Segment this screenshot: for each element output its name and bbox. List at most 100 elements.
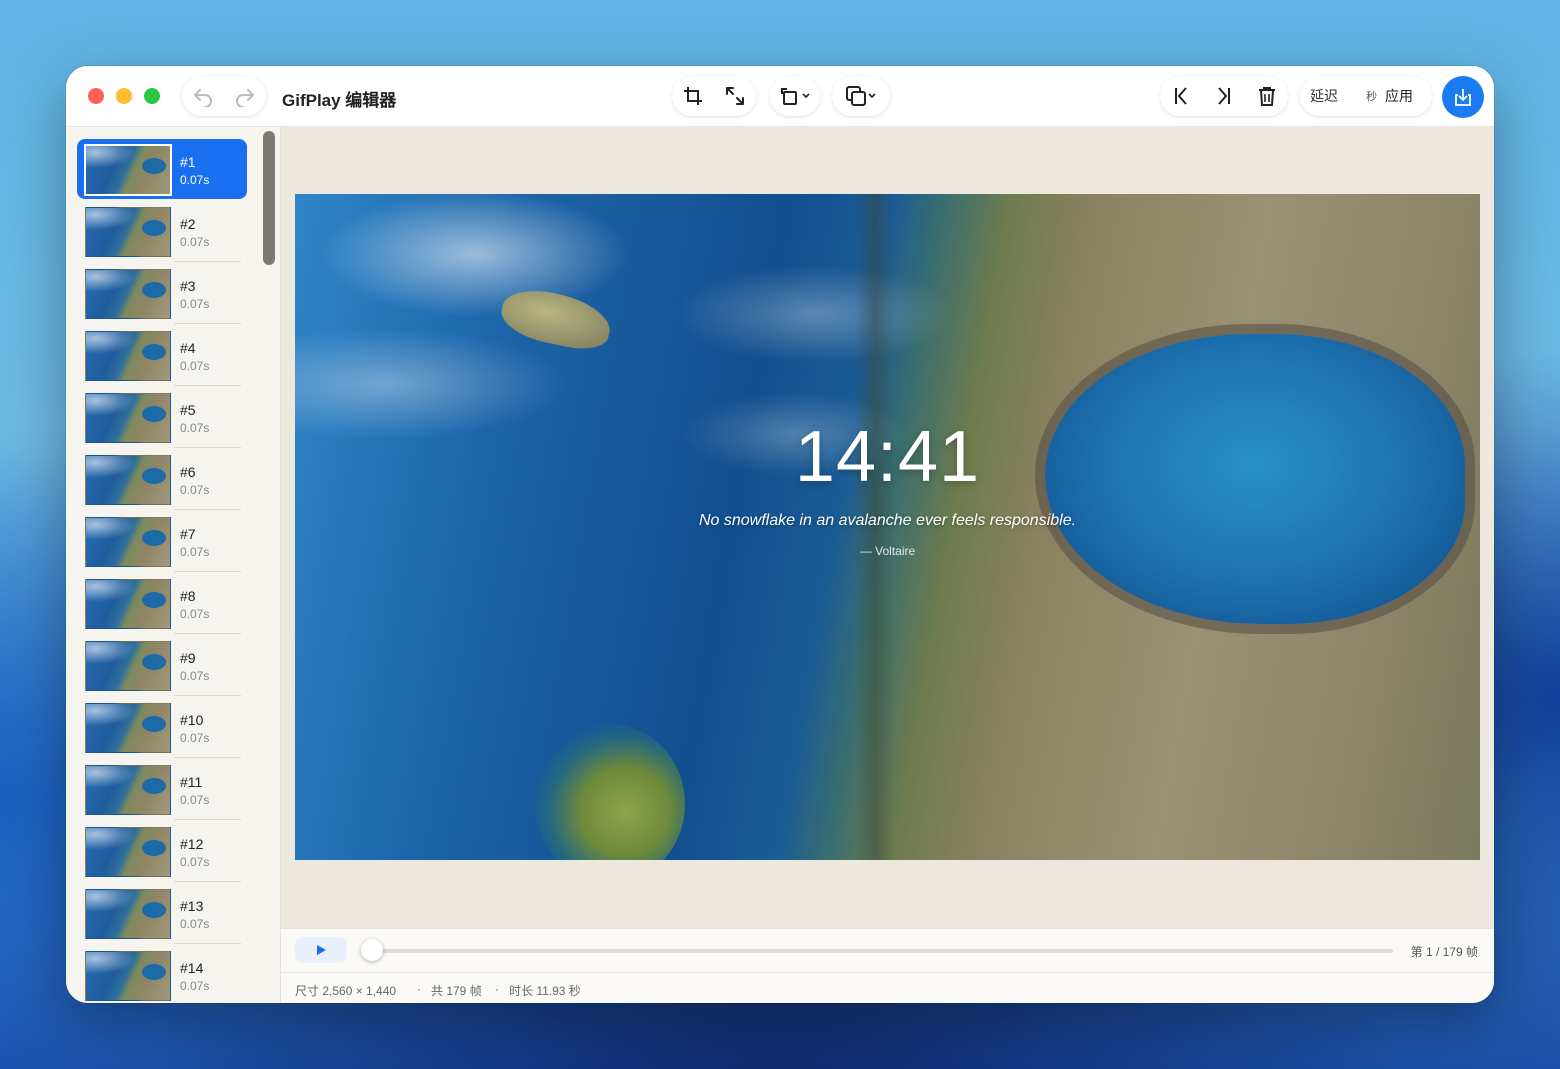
redo-icon bbox=[236, 89, 254, 107]
crop-button[interactable] bbox=[675, 78, 711, 114]
frame-duration: 0.07s bbox=[180, 545, 210, 559]
frame-list-item[interactable]: #13 0.07s bbox=[77, 883, 247, 944]
frame-number: #10 bbox=[180, 712, 204, 728]
frame-thumbnail bbox=[85, 889, 171, 939]
crop-icon bbox=[684, 87, 702, 105]
frame-thumbnail bbox=[85, 517, 171, 567]
frame-number: #8 bbox=[180, 588, 196, 604]
titlebar: GifPlay 编辑器 延迟 秒 应用 bbox=[66, 66, 1494, 127]
close-window-button[interactable] bbox=[88, 88, 104, 104]
preview-author: — Voltaire bbox=[859, 544, 916, 558]
skip-to-end-icon bbox=[1218, 87, 1230, 105]
rotate-dropdown[interactable] bbox=[770, 76, 820, 116]
frame-list-item[interactable]: #9 0.07s bbox=[77, 635, 247, 696]
frame-list-item[interactable]: #6 0.07s bbox=[77, 449, 247, 510]
rotate-icon bbox=[781, 88, 797, 105]
status-size: 尺寸 2,560 × 1,440 bbox=[295, 984, 397, 998]
frame-number: #2 bbox=[180, 216, 196, 232]
last-frame-button[interactable] bbox=[1206, 78, 1242, 114]
frame-list[interactable]: #1 0.07s #2 0.07s #3 0.07s #4 0.07s #5 0.07s #6 0.0… bbox=[66, 127, 281, 1003]
minimize-window-button[interactable] bbox=[116, 88, 132, 104]
preview-clock: 14:41 bbox=[794, 417, 981, 497]
status-separator: · bbox=[417, 982, 421, 996]
frame-thumbnail bbox=[85, 331, 171, 381]
delay-label: 延迟 bbox=[1310, 88, 1338, 104]
frame-duration: 0.07s bbox=[180, 669, 210, 683]
playback-controls: 第 1 / 179 帧 bbox=[281, 928, 1494, 973]
play-button[interactable] bbox=[295, 937, 347, 963]
frame-counter: 第 1 / 179 帧 bbox=[1410, 945, 1478, 959]
frame-list-item[interactable]: #11 0.07s bbox=[77, 759, 247, 820]
status-bar: 尺寸 2,560 × 1,440 · 共 179 帧 · 时长 11.93 秒 bbox=[281, 972, 1494, 1003]
scrollbar-thumb[interactable] bbox=[263, 131, 275, 265]
frame-number: #4 bbox=[180, 340, 196, 356]
duplicate-dropdown[interactable] bbox=[832, 76, 890, 116]
frame-list-item[interactable]: #7 0.07s bbox=[77, 511, 247, 572]
frame-number: #12 bbox=[180, 836, 204, 852]
frame-duration: 0.07s bbox=[180, 607, 210, 621]
frame-list-item[interactable]: #14 0.07s bbox=[77, 945, 247, 1003]
zoom-window-button[interactable] bbox=[144, 88, 160, 104]
skip-to-start-icon bbox=[1175, 87, 1188, 105]
status-frame-count: 共 179 帧 bbox=[431, 984, 482, 998]
duplicate-icon bbox=[846, 86, 866, 106]
frame-number: #13 bbox=[180, 898, 204, 914]
frame-duration: 0.07s bbox=[180, 855, 210, 869]
frame-duration: 0.07s bbox=[180, 297, 210, 311]
frame-duration: 0.07s bbox=[180, 173, 210, 187]
frame-duration: 0.07s bbox=[180, 917, 210, 931]
frame-list-item[interactable]: #5 0.07s bbox=[77, 387, 247, 448]
chevron-down-icon bbox=[868, 93, 876, 99]
delay-unit-label: 秒 bbox=[1366, 91, 1377, 103]
frame-thumbnail bbox=[85, 393, 171, 443]
frame-thumbnail bbox=[85, 951, 171, 1001]
frame-thumbnail bbox=[85, 269, 171, 319]
frame-list-scrollbar[interactable] bbox=[263, 131, 275, 1003]
frame-number: #14 bbox=[180, 960, 204, 976]
trash-icon bbox=[1258, 87, 1275, 106]
first-frame-button[interactable] bbox=[1163, 78, 1199, 114]
app-window: GifPlay 编辑器 延迟 秒 应用 #1 0.07s #2 0.07s #3… bbox=[66, 66, 1494, 1003]
frame-number: #9 bbox=[180, 650, 196, 666]
frame-number: #1 bbox=[180, 154, 196, 170]
export-icon bbox=[1455, 89, 1471, 106]
frame-thumbnail bbox=[85, 827, 171, 877]
frame-list-item[interactable]: #4 0.07s bbox=[77, 325, 247, 386]
status-duration: 时长 11.93 秒 bbox=[509, 984, 581, 998]
frame-preview[interactable]: 14:41 No snowflake in an avalanche ever … bbox=[295, 194, 1480, 860]
frame-number: #11 bbox=[180, 774, 203, 790]
preview-quote: No snowflake in an avalanche ever feels … bbox=[698, 512, 1077, 529]
frame-nav-group bbox=[1160, 76, 1288, 116]
frame-thumbnail bbox=[85, 579, 171, 629]
timeline-scrubber[interactable] bbox=[361, 939, 383, 961]
frame-number: #7 bbox=[180, 526, 196, 542]
frame-duration: 0.07s bbox=[180, 731, 210, 745]
frame-list-item[interactable]: #1 0.07s bbox=[77, 139, 247, 199]
frame-list-item[interactable]: #2 0.07s bbox=[77, 201, 247, 262]
frame-list-item[interactable]: #12 0.07s bbox=[77, 821, 247, 882]
frame-number: #5 bbox=[180, 402, 196, 418]
frame-number: #6 bbox=[180, 464, 196, 480]
frame-thumbnail bbox=[85, 703, 171, 753]
frame-duration: 0.07s bbox=[180, 483, 210, 497]
frame-list-item[interactable]: #8 0.07s bbox=[77, 573, 247, 634]
frame-thumbnail bbox=[84, 144, 172, 196]
frame-thumbnail bbox=[85, 641, 171, 691]
delay-group: 延迟 秒 应用 bbox=[1300, 76, 1432, 116]
frame-duration: 0.07s bbox=[180, 421, 210, 435]
frame-list-item[interactable]: #3 0.07s bbox=[77, 263, 247, 324]
redo-button[interactable] bbox=[227, 78, 263, 114]
frame-duration: 0.07s bbox=[180, 979, 210, 993]
resize-button[interactable] bbox=[717, 78, 753, 114]
resize-icon bbox=[726, 87, 744, 105]
history-controls bbox=[182, 76, 266, 116]
frame-duration: 0.07s bbox=[180, 235, 210, 249]
play-icon bbox=[317, 945, 326, 955]
frame-thumbnail bbox=[85, 765, 171, 815]
undo-button[interactable] bbox=[185, 78, 221, 114]
apply-button[interactable]: 应用 bbox=[1385, 86, 1413, 106]
frame-list-item[interactable]: #10 0.07s bbox=[77, 697, 247, 758]
timeline-track[interactable] bbox=[371, 949, 1393, 953]
delete-frame-button[interactable] bbox=[1249, 78, 1285, 114]
export-button[interactable] bbox=[1442, 76, 1484, 118]
